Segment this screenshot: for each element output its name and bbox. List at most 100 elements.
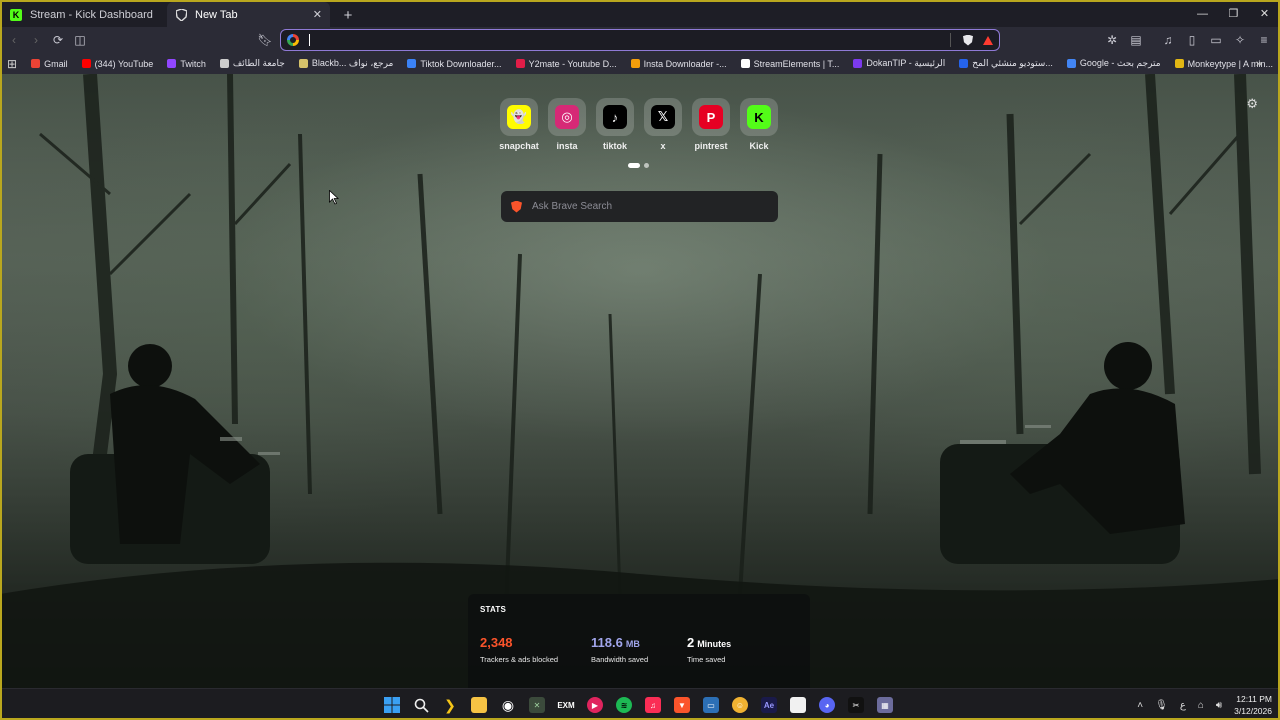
insta-dl-icon [630, 59, 640, 68]
media-player-icon[interactable]: ▶ [583, 693, 607, 717]
settings-gear-icon[interactable]: ⚙ [1246, 96, 1258, 112]
top-site-tile[interactable]: P [692, 98, 730, 136]
file-explorer-icon[interactable] [467, 693, 491, 717]
bookmark-item[interactable]: Monkeytype | A min... [1168, 58, 1280, 69]
after-effects-icon[interactable]: Ae [757, 693, 781, 717]
sidebar-toggle-icon[interactable]: ◫ [70, 30, 90, 50]
top-site-kick[interactable]: K Kick [740, 98, 778, 151]
top-site-tile[interactable]: K [740, 98, 778, 136]
discord-icon[interactable]: ◕ [815, 693, 839, 720]
bookmark-item[interactable]: ستوديو منشئي المح... [952, 58, 1060, 69]
bookmark-item[interactable]: Tiktok Downloader... [400, 58, 508, 69]
pager-dot-1[interactable] [628, 163, 640, 168]
microphone-icon[interactable]: 🎙︎ [1155, 700, 1168, 711]
bookmark-item[interactable]: Twitch [160, 58, 213, 69]
y2mate-icon [515, 59, 525, 68]
new-tab-button[interactable]: + [336, 3, 360, 27]
top-site-tile[interactable]: ♪ [596, 98, 634, 136]
tab-search-icon[interactable]: ▤ [1126, 30, 1146, 50]
pinterest-icon: P [699, 105, 723, 129]
windows-start-icon[interactable] [380, 693, 404, 717]
search-placeholder: Ask Brave Search [532, 201, 613, 212]
top-site-tile[interactable]: 👻 [500, 98, 538, 136]
top-site-pintrest[interactable]: Ppintrest [692, 98, 730, 151]
close-tab-icon[interactable]: ✕ [313, 8, 322, 21]
clock[interactable]: 12:11 PM 3/12/2026 [1234, 693, 1272, 717]
brave-search-box[interactable]: Ask Brave Search [501, 191, 778, 222]
top-site-label: snapchat [499, 141, 539, 151]
time-caption: Time saved [686, 655, 726, 664]
extensions-icon[interactable]: ✲ [1102, 30, 1122, 50]
text-caret [309, 34, 310, 46]
top-site-x[interactable]: 𝕏x [644, 98, 682, 151]
display-settings-icon[interactable]: ▦ [873, 693, 897, 717]
tab-title: New Tab [195, 8, 238, 21]
top-site-tiktok[interactable]: ♪ tiktok [596, 98, 634, 151]
input-language[interactable]: ع [1180, 700, 1186, 711]
bookmark-item[interactable]: جامعة الطائف [213, 58, 292, 69]
pager-dot-2[interactable] [644, 163, 649, 168]
toolbar: ‹ › ⟳ ◫ 🔖︎ ✲ ▤ ♫ ▯ ▭ ✧ ≡ [0, 27, 1280, 53]
bookmark-item[interactable]: Google - مترجم بحث [1060, 58, 1168, 69]
spotify-icon[interactable]: ≋ [612, 693, 636, 717]
bookmark-item[interactable]: DokanTIP - الرئيسية [846, 58, 952, 69]
top-site-label: tiktok [602, 141, 627, 151]
bookmark-icon[interactable]: 🔖︎ [255, 30, 275, 50]
tab-new-tab[interactable]: New Tab ✕ [167, 2, 330, 27]
top-site-tile[interactable]: 𝕏 [644, 98, 682, 136]
globe-icon [219, 59, 229, 68]
remote-desktop-icon[interactable]: ▭ [699, 693, 723, 717]
brave-shields-icon[interactable] [963, 34, 973, 46]
minimize-button[interactable]: — [1187, 0, 1218, 27]
bookmark-item[interactable]: StreamElements | T... [734, 58, 847, 69]
close-window-button[interactable]: ✕ [1249, 0, 1280, 27]
top-site-label: Kick [749, 141, 769, 151]
tab-strip: K Stream - Kick Dashboard New Tab ✕ + — … [0, 0, 1280, 27]
bookmark-item[interactable]: Y2mate - Youtube D... [509, 58, 624, 69]
bookmark-label: ستوديو منشئي المح... [972, 58, 1053, 68]
bookmark-item[interactable]: Insta Downloader -... [624, 58, 734, 69]
reload-button[interactable]: ⟳ [48, 30, 68, 50]
studio-icon [959, 59, 969, 68]
discord-alt-icon[interactable]: ☺ [728, 693, 752, 717]
more-bookmarks-icon[interactable]: » [1256, 58, 1262, 70]
top-site-insta[interactable]: ◎ insta [548, 98, 586, 151]
instagram-icon: ◎ [555, 105, 579, 129]
menu-icon[interactable]: ≡ [1254, 30, 1274, 50]
sidebar-icon[interactable]: ▯ [1182, 30, 1202, 50]
notepad-icon[interactable] [786, 693, 810, 717]
restore-button[interactable]: ❐ [1218, 0, 1249, 27]
show-hidden-icons-icon[interactable]: ˄ [1137, 700, 1143, 711]
brave-rewards-icon[interactable] [983, 35, 993, 45]
xbox-app-icon[interactable]: ✕ [525, 693, 549, 717]
clock-date: 3/12/2026 [1234, 706, 1272, 716]
apps-grid-icon[interactable]: ⊞ [0, 57, 24, 71]
wallet-icon[interactable]: ▭ [1206, 30, 1226, 50]
exm-icon[interactable]: EXM [554, 693, 578, 717]
volume-icon[interactable]: 🔊︎ [1216, 700, 1222, 711]
top-site-snapchat[interactable]: 👻 snapchat [499, 98, 539, 151]
bookmark-item[interactable]: Gmail [24, 58, 75, 69]
itunes-icon[interactable]: ♫ [641, 693, 665, 717]
bandwidth-unit: MB [625, 639, 640, 649]
tab-kick-dashboard[interactable]: K Stream - Kick Dashboard [2, 2, 165, 27]
address-bar[interactable] [280, 29, 1000, 51]
obs-icon[interactable]: ◉ [496, 693, 520, 717]
leo-ai-icon[interactable]: ✧ [1230, 30, 1250, 50]
bookmark-item[interactable]: (344) YouTube [75, 58, 161, 69]
back-button[interactable]: ‹ [4, 30, 24, 50]
download-icon [407, 59, 417, 68]
chevron-app-icon[interactable]: ❯ [438, 693, 462, 717]
bookmark-label: Google - مترجم بحث [1079, 58, 1161, 68]
capcut-icon[interactable]: ✂ [844, 693, 868, 720]
snapchat-icon: 👻 [507, 105, 531, 129]
bookmark-label: Y2mate - Youtube D... [528, 58, 617, 69]
google-icon [1066, 59, 1076, 68]
search-icon[interactable] [409, 693, 433, 717]
forward-button[interactable]: › [26, 30, 46, 50]
network-icon[interactable]: ⌂ [1198, 700, 1204, 711]
brave-browser-icon[interactable]: ▼ [670, 693, 694, 720]
bookmark-item[interactable]: Blackb... مرجع، نواف [292, 58, 401, 69]
top-site-tile[interactable]: ◎ [548, 98, 586, 136]
media-icon[interactable]: ♫ [1158, 30, 1178, 50]
